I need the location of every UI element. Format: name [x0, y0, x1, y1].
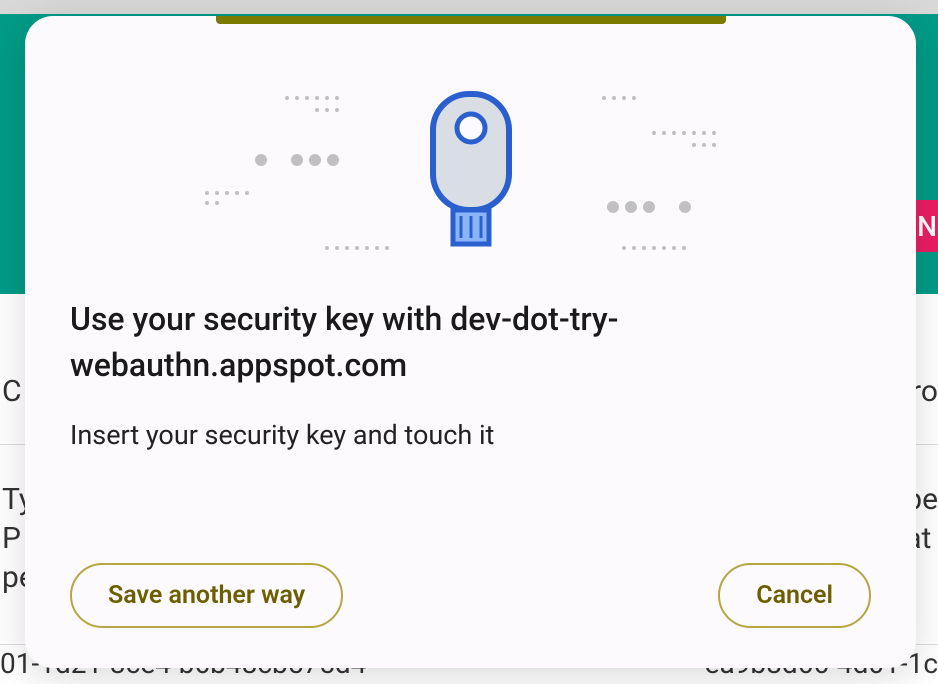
- security-key-icon: [421, 86, 521, 256]
- decorative-dots: [652, 131, 716, 147]
- bg-top-stripe: [0, 0, 938, 14]
- illustration-area: [25, 16, 916, 296]
- save-another-way-button[interactable]: Save another way: [70, 563, 343, 628]
- dialog-subtitle: Insert your security key and touch it: [70, 417, 871, 455]
- decorative-dots: [325, 246, 389, 250]
- bg-text-fragment: C: [2, 374, 22, 409]
- decorative-dots: [622, 246, 686, 250]
- decorative-dots: [255, 154, 339, 166]
- dialog-title: Use your security key with dev-dot-try-w…: [70, 296, 871, 389]
- decorative-dots: [607, 201, 691, 213]
- decorative-dots: [285, 96, 339, 112]
- bg-text-line: P: [2, 521, 21, 556]
- dialog-footer: Save another way Cancel: [25, 533, 916, 668]
- bg-pink-badge: N: [916, 200, 938, 252]
- decorative-dots: [205, 191, 249, 205]
- cancel-button[interactable]: Cancel: [718, 563, 871, 628]
- decorative-dots: [602, 96, 636, 100]
- dialog-content: Use your security key with dev-dot-try-w…: [25, 296, 916, 533]
- security-key-dialog: Use your security key with dev-dot-try-w…: [25, 16, 916, 668]
